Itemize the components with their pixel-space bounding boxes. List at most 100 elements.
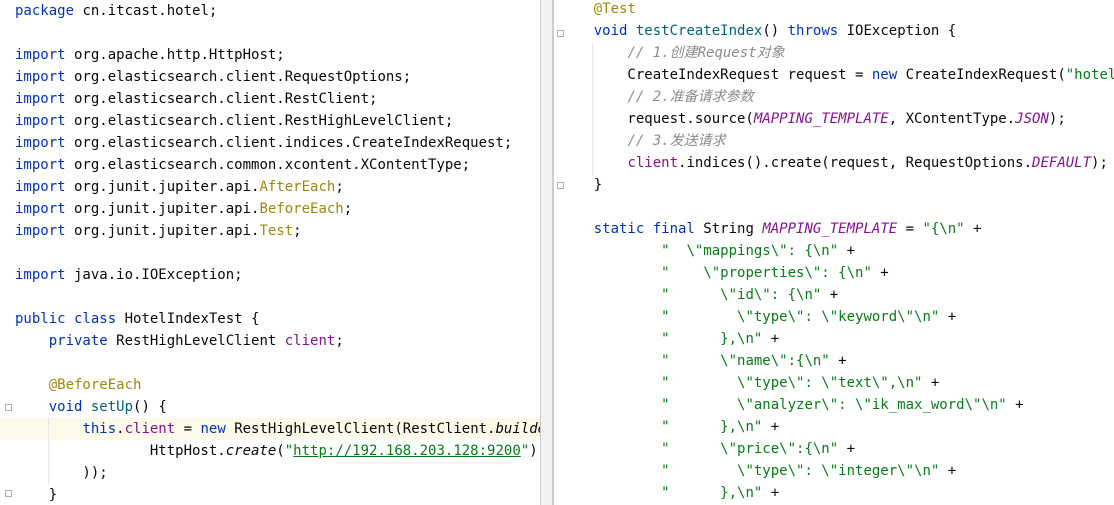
- fold-marker-icon[interactable]: [5, 404, 12, 411]
- code-line[interactable]: [15, 286, 540, 308]
- code-line[interactable]: import org.apache.http.HttpHost;: [15, 44, 540, 66]
- code-token: client: [124, 421, 176, 437]
- code-token: " \"type\": \"integer\"\n": [661, 463, 940, 479]
- code-token: MAPPING_TEMPLATE: [762, 221, 898, 237]
- code-token: "{\n": [922, 221, 965, 237]
- code-token: (): [762, 23, 788, 39]
- code-line[interactable]: " \"properties\": {\n" +: [560, 262, 1114, 284]
- code-line[interactable]: this.client = new RestHighLevelClient(Re…: [15, 418, 540, 440]
- code-token: IOException {: [838, 23, 957, 39]
- code-line[interactable]: " },\n" +: [560, 416, 1114, 438]
- code-line[interactable]: public class HotelIndexTest {: [15, 308, 540, 330]
- editor-pane-right[interactable]: @Test void testCreateIndex() throws IOEx…: [553, 0, 1114, 505]
- code-line[interactable]: static final String MAPPING_TEMPLATE = "…: [560, 218, 1114, 240]
- code-line[interactable]: " \"name\":{\n" +: [560, 350, 1114, 372]
- code-token: String: [694, 221, 763, 237]
- code-token: import: [15, 135, 66, 151]
- code-line[interactable]: HttpHost.create("http://192.168.203.128:…: [15, 440, 540, 462]
- code-line[interactable]: " \"type\": \"keyword\"\n" +: [560, 306, 1114, 328]
- code-line[interactable]: void setUp() {: [15, 396, 540, 418]
- code-token: (: [276, 443, 285, 459]
- code-token: () {: [133, 399, 167, 415]
- code-token: import: [15, 47, 66, 63]
- code-line[interactable]: import org.elasticsearch.client.indices.…: [15, 132, 540, 154]
- code-token: cn.itcast.hotel;: [74, 3, 218, 19]
- code-token: " \"analyzer\": \"ik_max_word\"\n": [661, 397, 1007, 413]
- code-token: +: [838, 441, 856, 457]
- code-token: // 3.发送请求: [627, 133, 726, 149]
- code-token: " \"mappings\": {\n": [661, 243, 839, 259]
- code-token: +: [939, 309, 957, 325]
- code-token: ;: [335, 333, 344, 349]
- code-line[interactable]: [560, 196, 1114, 218]
- code-line[interactable]: ));: [15, 462, 540, 484]
- code-line[interactable]: [15, 22, 540, 44]
- code-token: " \"price\":{\n": [661, 441, 839, 457]
- code-line[interactable]: [15, 352, 540, 374]
- code-line[interactable]: import org.elasticsearch.client.RequestO…: [15, 66, 540, 88]
- code-token: client: [284, 333, 336, 349]
- code-token: client: [627, 155, 679, 171]
- code-token: import: [15, 69, 66, 85]
- code-line[interactable]: // 3.发送请求: [560, 130, 1114, 152]
- code-line[interactable]: private RestHighLevelClient client;: [15, 330, 540, 352]
- code-line[interactable]: import org.junit.jupiter.api.AfterEach;: [15, 176, 540, 198]
- code-line[interactable]: import org.elasticsearch.client.RestClie…: [15, 88, 540, 110]
- code-line[interactable]: void testCreateIndex() throws IOExceptio…: [560, 20, 1114, 42]
- editor-pane-left[interactable]: package cn.itcast.hotel; import org.apac…: [0, 0, 540, 505]
- code-token: .: [116, 421, 125, 437]
- code-line[interactable]: " \"analyzer\": \"ik_max_word\"\n" +: [560, 394, 1114, 416]
- code-token: static final: [593, 221, 695, 237]
- code-token: void: [48, 399, 83, 415]
- code-line[interactable]: import org.junit.jupiter.api.Test;: [15, 220, 540, 242]
- code-line[interactable]: @Test: [560, 0, 1114, 20]
- code-token: +: [821, 287, 839, 303]
- code-line[interactable]: package cn.itcast.hotel;: [15, 0, 540, 22]
- code-line[interactable]: [15, 242, 540, 264]
- code-line[interactable]: }: [560, 174, 1114, 196]
- code-token: +: [838, 243, 856, 259]
- code-line[interactable]: " },\n" +: [560, 482, 1114, 504]
- code-token: request.source(: [560, 111, 754, 127]
- code-line[interactable]: client.indices().create(request, Request…: [560, 152, 1114, 174]
- code-line[interactable]: import org.elasticsearch.client.RestHigh…: [15, 110, 540, 132]
- code-line[interactable]: import org.elasticsearch.common.xcontent…: [15, 154, 540, 176]
- code-line[interactable]: " },\n" +: [560, 328, 1114, 350]
- code-line[interactable]: " \"type\": \"integer\"\n" +: [560, 460, 1114, 482]
- code-line[interactable]: import java.io.IOException;: [15, 264, 540, 286]
- code-area-right[interactable]: @Test void testCreateIndex() throws IOEx…: [560, 0, 1114, 504]
- code-token: org.junit.jupiter.api.: [65, 223, 260, 239]
- code-line[interactable]: @BeforeEach: [15, 374, 540, 396]
- code-line[interactable]: import org.junit.jupiter.api.BeforeEach;: [15, 198, 540, 220]
- split-divider[interactable]: [540, 0, 553, 505]
- code-line[interactable]: " \"type\": \"text\",\n" +: [560, 372, 1114, 394]
- code-token: AfterEach: [259, 179, 336, 195]
- code-line[interactable]: " \"mappings\": {\n" +: [560, 240, 1114, 262]
- fold-marker-icon[interactable]: [5, 490, 12, 497]
- code-line[interactable]: // 1.创建Request对象: [560, 42, 1114, 64]
- code-token: " \"type\": \"text\",\n": [661, 375, 923, 391]
- code-line[interactable]: }: [15, 484, 540, 505]
- code-token: BeforeEach: [259, 201, 344, 217]
- code-area-left[interactable]: package cn.itcast.hotel; import org.apac…: [15, 0, 540, 505]
- code-token: +: [762, 331, 780, 347]
- code-line[interactable]: // 2.准备请求参数: [560, 86, 1114, 108]
- code-token: ): [529, 443, 538, 459]
- code-line[interactable]: request.source(MAPPING_TEMPLATE, XConten…: [560, 108, 1114, 130]
- code-token: JSON: [1015, 111, 1049, 127]
- code-token: HttpHost.: [149, 443, 226, 459]
- code-line[interactable]: " \"id\": {\n" +: [560, 284, 1114, 306]
- code-token: =: [897, 221, 923, 237]
- code-line[interactable]: " \"price\":{\n" +: [560, 438, 1114, 460]
- code-token: public class: [15, 311, 117, 327]
- code-token: );: [1091, 155, 1108, 171]
- code-line[interactable]: CreateIndexRequest request = new CreateI…: [560, 64, 1114, 86]
- code-token: import: [15, 157, 66, 173]
- code-token: .indices().create(request, RequestOption…: [678, 155, 1033, 171]
